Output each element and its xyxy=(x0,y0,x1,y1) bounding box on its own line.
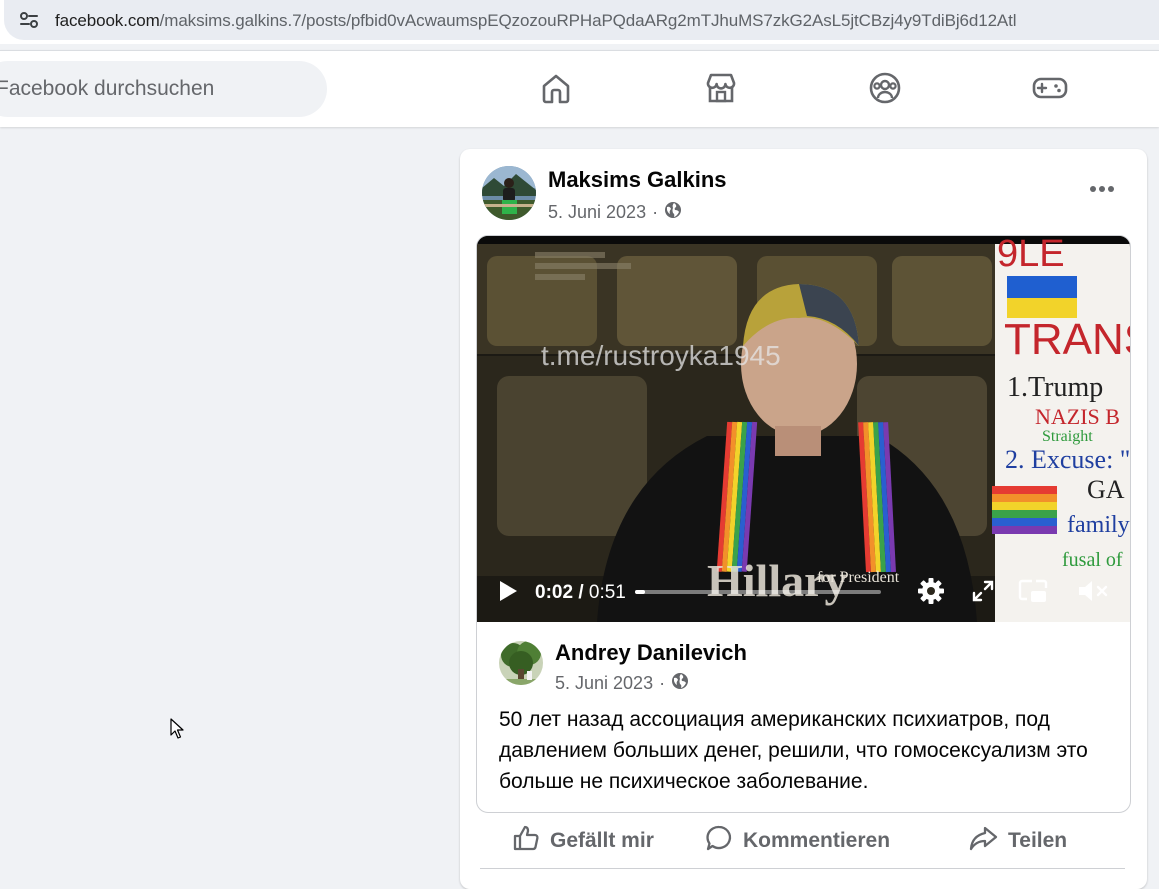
video-watermark: t.me/rustroyka1945 xyxy=(541,340,781,371)
svg-text:fusal of: fusal of xyxy=(1062,549,1123,571)
video-seek-bar[interactable] xyxy=(635,590,881,594)
video-seek-progress xyxy=(635,590,645,594)
svg-text:GA: GA xyxy=(1087,475,1125,504)
share-icon xyxy=(968,824,1008,858)
shared-date[interactable]: 5. Juni 2023 xyxy=(555,673,653,694)
post-meta: 5. Juni 2023 · xyxy=(548,201,682,224)
nav-marketplace-button[interactable] xyxy=(697,66,745,114)
comment-label: Kommentieren xyxy=(743,829,891,852)
fullscreen-button[interactable] xyxy=(966,576,1000,610)
share-label: Teilen xyxy=(1008,829,1068,852)
browser-address-bar: facebook.com/maksims.galkins.7/posts/pfb… xyxy=(0,0,1159,44)
more-horizontal-icon xyxy=(1089,180,1115,198)
svg-text:family: family xyxy=(1067,512,1130,538)
svg-text:9LE: 9LE xyxy=(997,236,1065,275)
play-icon xyxy=(497,579,519,608)
svg-text:2. Excuse: "C: 2. Excuse: "C xyxy=(1005,445,1131,474)
author-avatar[interactable] xyxy=(482,166,536,220)
fullscreen-icon xyxy=(971,579,995,608)
globe-icon xyxy=(664,201,682,224)
video-current-time: 0:02 xyxy=(535,582,574,603)
video-controls: 0:02 / 0:51 xyxy=(477,570,1130,614)
store-icon xyxy=(704,71,738,110)
url-text[interactable]: facebook.com/maksims.galkins.7/posts/pfb… xyxy=(55,11,1017,31)
url-path: /maksims.galkins.7/posts/pfbid0vAcwaumsp… xyxy=(159,11,1017,30)
post-author-name[interactable]: Maksims Galkins xyxy=(548,167,727,193)
share-button[interactable]: Teilen xyxy=(968,825,1067,857)
svg-text:TRANS: TRANS xyxy=(1004,315,1131,364)
omnibox[interactable]: facebook.com/maksims.galkins.7/posts/pfb… xyxy=(4,0,1159,40)
shared-meta-separator: · xyxy=(659,673,666,693)
post-date[interactable]: 5. Juni 2023 xyxy=(548,202,646,223)
shared-author-avatar[interactable] xyxy=(499,641,543,685)
meta-separator: · xyxy=(652,202,659,222)
comment-button[interactable]: Kommentieren xyxy=(705,825,890,857)
settings-icon xyxy=(916,576,946,611)
nav-gaming-button[interactable] xyxy=(1026,66,1074,114)
video-time: 0:02 / 0:51 xyxy=(535,582,626,604)
muted-icon xyxy=(1077,578,1111,609)
picture-in-picture-icon xyxy=(1018,578,1048,609)
shared-author-name[interactable]: Andrey Danilevich xyxy=(555,640,747,666)
site-info-icon[interactable] xyxy=(18,9,40,31)
video-frame: TRANS 1.Trump NAZIS B Straight 2. Excuse… xyxy=(477,236,1131,622)
comment-icon xyxy=(705,824,743,858)
like-button[interactable]: Gefällt mir xyxy=(512,825,654,857)
play-button[interactable] xyxy=(491,576,525,610)
search-box[interactable] xyxy=(0,61,327,117)
video-player[interactable]: TRANS 1.Trump NAZIS B Straight 2. Excuse… xyxy=(477,236,1131,622)
shared-post-text: 50 лет назад ассоциация американских пси… xyxy=(499,708,1088,793)
svg-text:1.Trump: 1.Trump xyxy=(1007,372,1103,403)
post-card: Maksims Galkins 5. Juni 2023 · TRAN 1.Tr… xyxy=(460,149,1147,889)
video-time-separator: / xyxy=(578,582,584,603)
svg-text:Straight: Straight xyxy=(1042,428,1093,445)
video-duration: 0:51 xyxy=(588,582,626,603)
shared-post: TRANS 1.Trump NAZIS B Straight 2. Excuse… xyxy=(476,235,1131,813)
facebook-top-nav xyxy=(0,50,1159,127)
svg-text:NAZIS B: NAZIS B xyxy=(1035,404,1120,429)
groups-icon xyxy=(868,71,902,110)
picture-in-picture-button[interactable] xyxy=(1016,576,1050,610)
search-input[interactable] xyxy=(0,61,327,117)
post-options-button[interactable] xyxy=(1086,173,1118,205)
post-action-bar: Gefällt mir Kommentieren Teilen xyxy=(480,817,1125,869)
gamepad-icon xyxy=(1032,71,1068,110)
globe-icon xyxy=(671,672,689,695)
nav-groups-button[interactable] xyxy=(861,66,909,114)
thumbs-up-icon xyxy=(512,824,550,858)
nav-home-button[interactable] xyxy=(532,66,580,114)
mute-button[interactable] xyxy=(1077,576,1111,610)
settings-button[interactable] xyxy=(914,576,948,610)
like-label: Gefällt mir xyxy=(550,829,654,852)
shared-meta: 5. Juni 2023 · xyxy=(555,672,689,695)
url-host: facebook.com xyxy=(55,11,160,30)
mouse-cursor-icon xyxy=(170,718,184,745)
home-icon xyxy=(539,71,573,110)
